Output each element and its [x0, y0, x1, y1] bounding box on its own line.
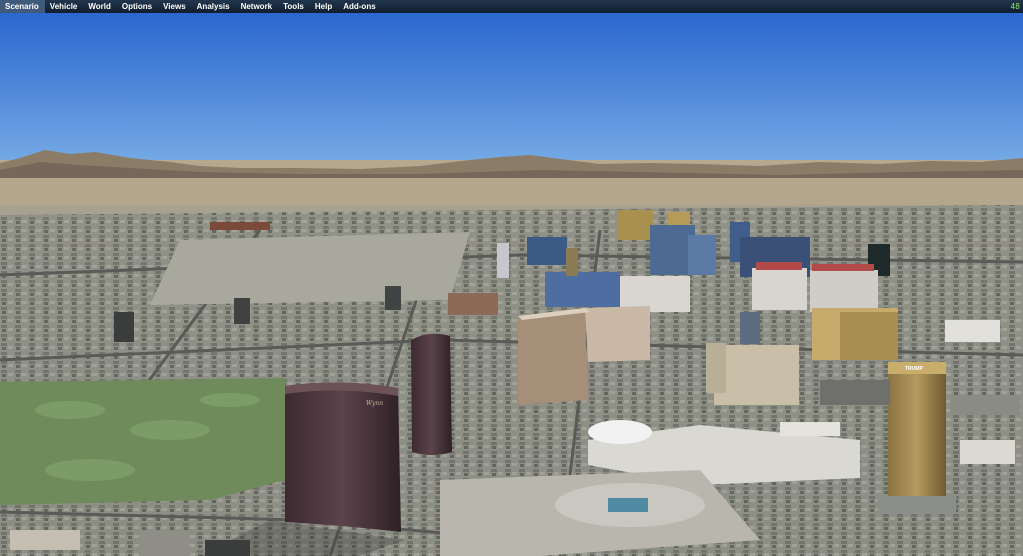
- airport-area: [150, 232, 470, 305]
- sky: [0, 13, 1023, 173]
- trump-sign: TRUMP: [905, 366, 923, 372]
- wynn-tower: Wynn: [285, 382, 401, 532]
- wynn-sign: Wynn: [366, 400, 383, 407]
- menu-options[interactable]: Options: [117, 0, 158, 13]
- menu-bar: Scenario Vehicle World Options Views Ana…: [0, 0, 1023, 13]
- menu-vehicle[interactable]: Vehicle: [45, 0, 84, 13]
- menu-tools[interactable]: Tools: [278, 0, 310, 13]
- city-aerial-scene: Wynn TRUMP: [0, 13, 1023, 556]
- menu-scenario[interactable]: Scenario: [0, 0, 45, 13]
- menu-help[interactable]: Help: [310, 0, 338, 13]
- frame-rate-counter: 48: [1010, 2, 1020, 11]
- menu-network[interactable]: Network: [236, 0, 279, 13]
- menu-addons[interactable]: Add-ons: [338, 0, 381, 13]
- menu-analysis[interactable]: Analysis: [192, 0, 236, 13]
- encore-tower: [411, 333, 452, 455]
- mall-cloud-roof: [588, 420, 652, 444]
- menu-world[interactable]: World: [83, 0, 117, 13]
- menu-views[interactable]: Views: [158, 0, 192, 13]
- 3d-viewport[interactable]: Wynn TRUMP: [0, 13, 1023, 556]
